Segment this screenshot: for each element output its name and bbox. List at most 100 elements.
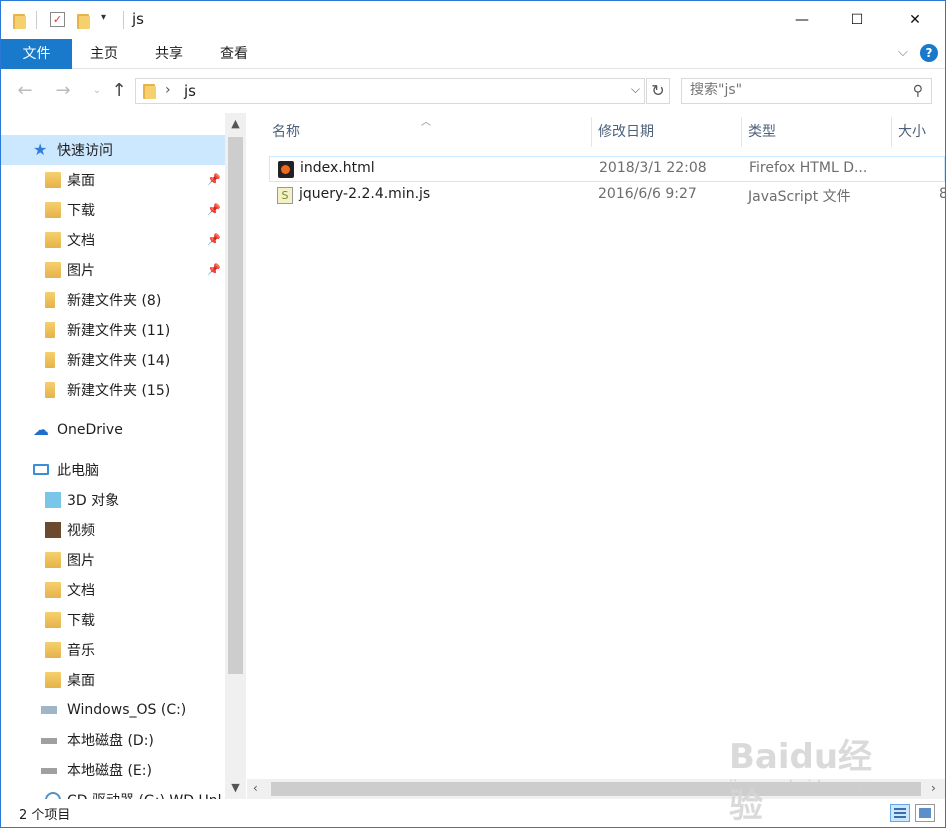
file-size: 8 <box>939 186 946 202</box>
table-row[interactable]: S jquery-2.2.4.min.js 2016/6/6 9:27 Java… <box>269 183 946 209</box>
sidebar-item-label: 快速访问 <box>57 143 113 159</box>
javascript-file-icon: S <box>277 187 293 204</box>
pin-icon[interactable]: 📌 <box>207 263 221 276</box>
sidebar-item-label: 本地磁盘 (D:) <box>67 733 154 749</box>
table-row[interactable]: index.html 2018/3/1 22:08 Firefox HTML D… <box>269 156 945 182</box>
title-bar: ✓ ▾ js — ☐ ✕ <box>1 1 945 39</box>
breadcrumb-chevron-icon[interactable]: › <box>165 82 171 98</box>
ribbon-expand-icon[interactable]: ⌵ <box>898 45 908 60</box>
sidebar-item-new-folder-14[interactable]: 新建文件夹 (14) <box>1 345 225 375</box>
sidebar-item-label: 新建文件夹 (11) <box>67 323 171 339</box>
documents-folder-icon <box>45 582 61 598</box>
sidebar-item-label: 3D 对象 <box>67 493 120 509</box>
scroll-down-icon[interactable]: ▼ <box>225 777 246 799</box>
sidebar-item-this-pc[interactable]: 此电脑 <box>1 455 225 485</box>
tab-home[interactable]: 主页 <box>73 39 135 69</box>
navpane-scrollbar[interactable]: ▲ ▼ <box>225 113 246 799</box>
sidebar-item-downloads[interactable]: 下载 📌 <box>1 195 225 225</box>
desktop-folder-icon <box>45 672 61 688</box>
column-header-name[interactable]: 名称 <box>266 117 592 147</box>
sidebar-item-new-folder-8[interactable]: 新建文件夹 (8) <box>1 285 225 315</box>
refresh-button[interactable]: ↻ <box>646 78 670 104</box>
sidebar-item-pc-documents[interactable]: 文档 <box>1 575 225 605</box>
watermark-site: jingyan.baidu.com <box>729 777 868 795</box>
tab-view[interactable]: 查看 <box>203 39 265 69</box>
sidebar-item-3d-objects[interactable]: 3D 对象 <box>1 485 225 515</box>
sidebar-item-desktop[interactable]: 桌面 📌 <box>1 165 225 195</box>
sidebar-item-pictures[interactable]: 图片 📌 <box>1 255 225 285</box>
help-icon[interactable]: ? <box>920 44 938 62</box>
recent-locations-icon[interactable]: ⌄ <box>85 79 109 103</box>
qat-divider <box>36 11 37 29</box>
sidebar-item-drive-c[interactable]: Windows_OS (C:) <box>1 695 225 725</box>
sidebar-item-new-folder-15[interactable]: 新建文件夹 (15) <box>1 375 225 405</box>
sidebar-item-videos[interactable]: 视频 <box>1 515 225 545</box>
sidebar-item-music[interactable]: 音乐 <box>1 635 225 665</box>
cloud-icon: ☁ <box>33 420 49 439</box>
back-icon[interactable]: ← <box>13 79 37 103</box>
drive-icon <box>41 738 57 744</box>
pin-icon[interactable]: 📌 <box>207 173 221 186</box>
scroll-right-icon[interactable]: › <box>931 781 936 795</box>
large-icons-view-icon <box>919 808 931 818</box>
scrollbar-thumb[interactable] <box>228 137 243 674</box>
breadcrumb[interactable]: js <box>184 82 196 100</box>
folder-icon <box>45 352 55 368</box>
downloads-folder-icon <box>45 202 61 218</box>
ribbon-tabs: 文件 主页 共享 查看 ⌵ ? <box>1 39 945 69</box>
column-header-modified[interactable]: 修改日期 <box>592 117 742 147</box>
search-icon[interactable]: ⚲ <box>913 83 923 99</box>
tab-share[interactable]: 共享 <box>138 39 200 69</box>
forward-icon[interactable]: → <box>51 79 75 103</box>
file-name: jquery-2.2.4.min.js <box>299 186 431 202</box>
video-folder-icon <box>45 522 61 538</box>
large-icons-view-button[interactable] <box>915 804 935 822</box>
new-folder-icon[interactable] <box>77 11 91 31</box>
sidebar-item-quick-access[interactable]: ★ 快速访问 <box>1 135 225 165</box>
sidebar-item-pc-desktop[interactable]: 桌面 <box>1 665 225 695</box>
search-input[interactable] <box>690 82 890 98</box>
tab-file[interactable]: 文件 <box>1 39 72 69</box>
scroll-up-icon[interactable]: ▲ <box>225 113 246 135</box>
maximize-button[interactable]: ☐ <box>834 1 880 39</box>
watermark: Baidu经验 jingyan.baidu.com <box>729 729 889 826</box>
sidebar-item-pc-downloads[interactable]: 下载 <box>1 605 225 635</box>
qat-customize-icon[interactable]: ▾ <box>101 12 106 23</box>
sidebar-item-documents[interactable]: 文档 📌 <box>1 225 225 255</box>
up-icon[interactable]: ↑ <box>107 79 131 103</box>
close-button[interactable]: ✕ <box>892 1 938 39</box>
sidebar-item-drive-e[interactable]: 本地磁盘 (E:) <box>1 755 225 785</box>
sidebar-item-new-folder-11[interactable]: 新建文件夹 (11) <box>1 315 225 345</box>
pictures-folder-icon <box>45 262 61 278</box>
desktop-folder-icon <box>45 172 61 188</box>
file-name: index.html <box>300 160 375 176</box>
sidebar-item-label: 此电脑 <box>57 463 99 479</box>
address-bar[interactable]: › js ⌵ <box>135 78 645 104</box>
pin-icon[interactable]: 📌 <box>207 203 221 216</box>
file-modified: 2018/3/1 22:08 <box>599 160 707 176</box>
navigation-bar: ← → ⌄ ↑ › js ⌵ ↻ ⚲ <box>1 69 945 113</box>
downloads-folder-icon <box>45 612 61 628</box>
column-header-size[interactable]: 大小 <box>892 117 946 147</box>
sidebar-item-pc-pictures[interactable]: 图片 <box>1 545 225 575</box>
search-box[interactable]: ⚲ <box>681 78 932 104</box>
scroll-left-icon[interactable]: ‹ <box>253 781 258 795</box>
details-view-button[interactable] <box>890 804 910 822</box>
sidebar-item-drive-d[interactable]: 本地磁盘 (D:) <box>1 725 225 755</box>
file-type: JavaScript 文件 <box>748 189 851 205</box>
windows-drive-icon <box>41 706 57 714</box>
properties-icon[interactable]: ✓ <box>50 12 65 27</box>
sidebar-item-label: 桌面 <box>67 173 95 189</box>
sidebar-item-onedrive[interactable]: ☁ OneDrive <box>1 415 225 445</box>
minimize-button[interactable]: — <box>779 1 825 39</box>
folder-icon <box>45 322 55 338</box>
chevron-down-icon[interactable]: ⌵ <box>631 82 640 97</box>
pin-icon[interactable]: 📌 <box>207 233 221 246</box>
column-header-type[interactable]: 类型 <box>742 117 892 147</box>
sidebar-item-drive-g[interactable]: CD 驱动器 (G:) WD Unl <box>1 785 225 799</box>
details-view-icon <box>894 808 906 810</box>
sidebar-item-label: 下载 <box>67 613 95 629</box>
sidebar-item-label: OneDrive <box>57 422 123 438</box>
music-folder-icon <box>45 642 61 658</box>
window-title: js <box>132 10 144 28</box>
